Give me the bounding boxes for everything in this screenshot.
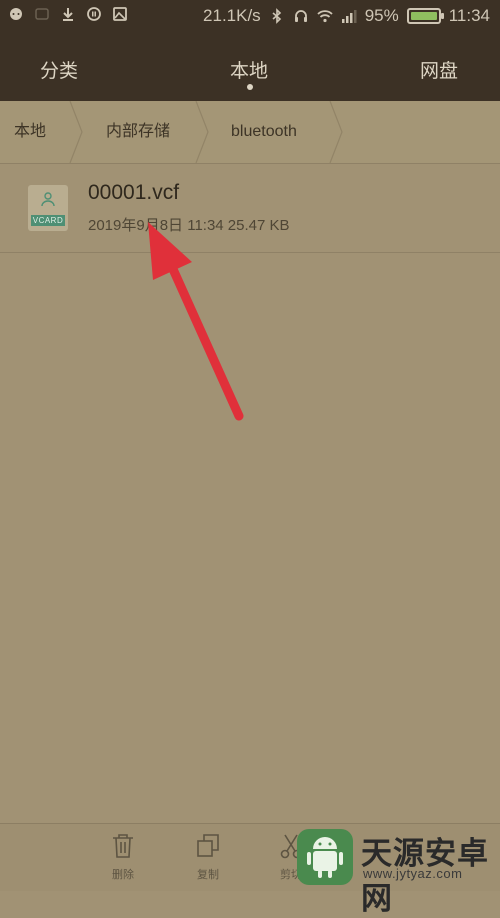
breadcrumb-bluetooth[interactable]: bluetooth [231,101,297,163]
vcard-file-icon: VCARD [28,185,68,231]
battery-percent: 95% [364,6,399,25]
file-list-item[interactable]: VCARD 00001.vcf 2019年9月8日 11:34 25.47 KB [0,163,500,252]
chevron-right-icon [192,100,214,164]
headset-icon [293,8,309,24]
status-left-icons [8,6,128,22]
tab-categories[interactable]: 分类 [40,56,78,83]
file-name: 00001.vcf [88,181,180,204]
status-time: 11:34 [448,6,490,25]
android-logo-icon [297,829,353,885]
top-tabs: 分类 本地 网盘 [0,44,500,100]
app-icon [34,6,50,22]
bluetooth-icon [269,8,285,24]
signal-icon [341,8,357,24]
active-tab-indicator [247,84,253,90]
delete-label: 删除 [112,869,134,881]
battery-icon [406,8,444,24]
delete-button[interactable]: 删除 [98,832,148,882]
status-right-icons: 21.1K/s 95% 11:34 [203,6,490,26]
image-icon [112,6,128,22]
site-watermark: 天源安卓网 www.jytyaz.com [297,826,497,916]
watermark-url: www.jytyaz.com [363,866,463,881]
breadcrumb: 本地 内部存储 bluetooth [0,100,500,164]
network-speed: 21.1K/s [203,6,261,25]
tab-cloud-drive[interactable]: 网盘 [420,56,458,83]
top-bar: 21.1K/s 95% 11:34 分类 本地 网盘 [0,0,500,101]
wifi-icon [317,8,333,24]
breadcrumb-internal-storage[interactable]: 内部存储 [106,101,170,163]
breadcrumb-local[interactable]: 本地 [14,101,46,163]
file-type-tag: VCARD [31,215,65,226]
file-meta: 2019年9月8日 11:34 25.47 KB [88,217,290,234]
download-icon [60,6,76,22]
divider [0,252,500,253]
chevron-right-icon [326,100,348,164]
trash-icon [113,834,133,858]
tab-local[interactable]: 本地 [230,56,268,83]
status-bar: 21.1K/s 95% 11:34 [0,0,500,36]
copy-icon [197,834,219,857]
copy-button[interactable]: 复制 [183,832,233,882]
copy-label: 复制 [197,869,219,881]
message-icon [8,6,24,22]
media-icon [86,6,102,22]
chevron-right-icon [66,100,88,164]
